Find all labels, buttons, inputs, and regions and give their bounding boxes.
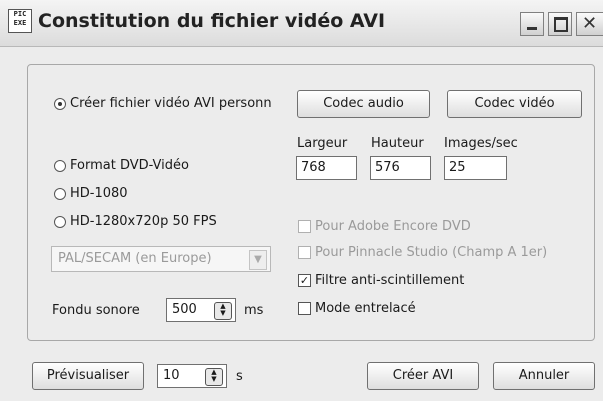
preview-button[interactable]: Prévisualiser [32, 362, 144, 390]
fade-unit: ms [244, 303, 264, 318]
radio-dvd-video-indicator[interactable] [54, 159, 66, 172]
checkbox-pinnacle-label: Pour Pinnacle Studio (Champ A 1er) [315, 245, 548, 260]
checkbox-interlaced[interactable]: Mode entrelacé [298, 301, 416, 316]
minimize-button[interactable] [520, 12, 544, 36]
checkbox-anti-flicker[interactable]: ✓ Filtre anti-scintillement [298, 273, 464, 288]
checkbox-adobe-encore-box[interactable] [298, 220, 311, 233]
spin-arrows-icon[interactable]: ▲ ▼ [214, 302, 232, 320]
checkbox-pinnacle[interactable]: Pour Pinnacle Studio (Champ A 1er) [298, 245, 547, 260]
radio-custom-avi-label: Créer fichier vidéo AVI personn [70, 96, 272, 111]
fps-input[interactable]: 25 [444, 156, 507, 180]
radio-hd1080-indicator[interactable] [54, 187, 66, 200]
radio-custom-avi[interactable]: Créer fichier vidéo AVI personn [54, 96, 272, 111]
codec-audio-button[interactable]: Codec audio [297, 90, 430, 118]
close-button[interactable] [576, 12, 603, 36]
cancel-button[interactable]: Annuler [493, 362, 595, 390]
create-avi-button[interactable]: Créer AVI [367, 362, 479, 390]
fade-label: Fondu sonore [52, 303, 140, 318]
radio-hd720-label: HD-1280x720p 50 FPS [70, 214, 217, 229]
checkbox-pinnacle-box[interactable] [298, 246, 311, 259]
fps-label: Images/sec [444, 136, 518, 151]
maximize-button[interactable] [548, 12, 572, 36]
fade-spinner[interactable]: 500 ▲ ▼ [166, 298, 236, 322]
radio-hd1080[interactable]: HD-1080 [54, 186, 128, 201]
height-label: Hauteur [371, 136, 424, 151]
radio-hd1080-label: HD-1080 [70, 186, 128, 201]
preview-unit: s [236, 369, 243, 384]
checkbox-interlaced-box[interactable] [298, 302, 311, 315]
codec-video-button[interactable]: Codec vidéo [447, 90, 582, 118]
checkbox-adobe-encore-label: Pour Adobe Encore DVD [315, 219, 471, 234]
radio-dvd-video[interactable]: Format DVD-Vidéo [54, 158, 189, 173]
radio-custom-avi-indicator[interactable] [54, 97, 66, 110]
checkbox-anti-flicker-box[interactable]: ✓ [298, 274, 311, 287]
radio-hd720-indicator[interactable] [54, 215, 66, 228]
preview-duration-spinner[interactable]: 10 ▲ ▼ [157, 364, 227, 388]
checkbox-adobe-encore[interactable]: Pour Adobe Encore DVD [298, 219, 471, 234]
radio-dvd-video-label: Format DVD-Vidéo [70, 158, 189, 173]
title-bar[interactable]: PIC EXE Constitution du fichier vidéo AVI [0, 0, 603, 47]
fade-value: 500 [172, 302, 197, 317]
spin-arrows-icon[interactable]: ▲ ▼ [205, 368, 223, 386]
dialog-window: PIC EXE Constitution du fichier vidéo AVI… [0, 0, 603, 401]
preview-duration-value: 10 [163, 368, 180, 383]
checkbox-interlaced-label: Mode entrelacé [315, 301, 416, 316]
radio-hd720[interactable]: HD-1280x720p 50 FPS [54, 214, 217, 229]
video-standard-value: PAL/SECAM (en Europe) [58, 251, 212, 266]
width-input[interactable]: 768 [296, 156, 357, 180]
chevron-down-icon[interactable]: ▼ [249, 250, 267, 270]
height-input[interactable]: 576 [370, 156, 431, 180]
window-title: Constitution du fichier vidéo AVI [38, 10, 386, 32]
video-standard-select[interactable]: PAL/SECAM (en Europe) ▼ [51, 246, 271, 272]
app-icon: PIC EXE [8, 9, 32, 33]
checkbox-anti-flicker-label: Filtre anti-scintillement [315, 273, 465, 288]
width-label: Largeur [297, 136, 348, 151]
